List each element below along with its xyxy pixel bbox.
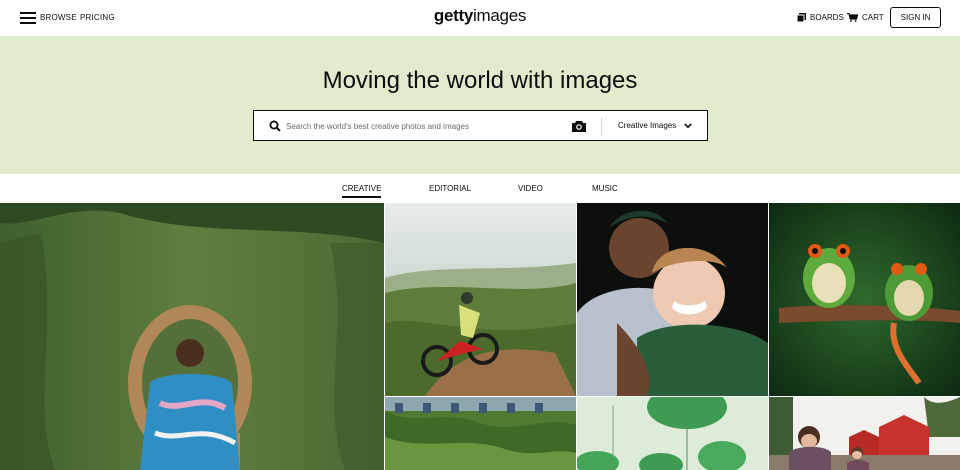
search-bar: Creative Images [253,110,708,141]
boards-label: BOARDS [810,13,844,22]
tab-editorial[interactable]: EDITORIAL [429,184,471,193]
top-nav-bar: BROWSE PRICING gettyimages BOARDS CART S… [0,0,960,36]
gallery-image-smiling-couple[interactable] [577,203,768,396]
boards-icon [797,13,806,22]
cart-link[interactable]: CART [847,13,884,22]
logo-text-bold: getty [433,6,474,25]
gallery-image-red-barn-farm[interactable] [769,397,960,470]
cart-label: CART [862,13,884,22]
search-input[interactable] [286,116,556,136]
image-type-dropdown[interactable]: Creative Images [618,121,693,130]
tab-video[interactable]: VIDEO [518,184,543,193]
tab-music[interactable]: MUSIC [592,184,618,193]
gallery-image-mountain-biker[interactable] [385,203,576,396]
hero-banner: Moving the world with images Creative Im… [0,36,960,174]
gallery-image-woman-in-wicker-chair[interactable] [0,203,384,470]
gallery-image-tree-frogs[interactable] [769,203,960,396]
chevron-down-icon [684,122,693,128]
sign-in-button[interactable]: SIGN IN [890,7,941,28]
logo-text-regular: images [473,6,527,25]
gallery-image-green-umbrellas[interactable] [577,397,768,470]
image-type-label: Creative Images [618,121,677,130]
search-divider [601,117,602,136]
camera-icon[interactable] [572,120,586,132]
hero-title: Moving the world with images [322,67,638,94]
boards-link[interactable]: BOARDS [797,13,844,22]
content-type-tabs: CREATIVE EDITORIAL VIDEO MUSIC [0,174,960,202]
gallery-image-ivy-building[interactable] [385,397,576,470]
search-icon[interactable] [269,120,281,132]
tab-creative[interactable]: CREATIVE [342,184,382,198]
cart-icon [847,13,858,22]
